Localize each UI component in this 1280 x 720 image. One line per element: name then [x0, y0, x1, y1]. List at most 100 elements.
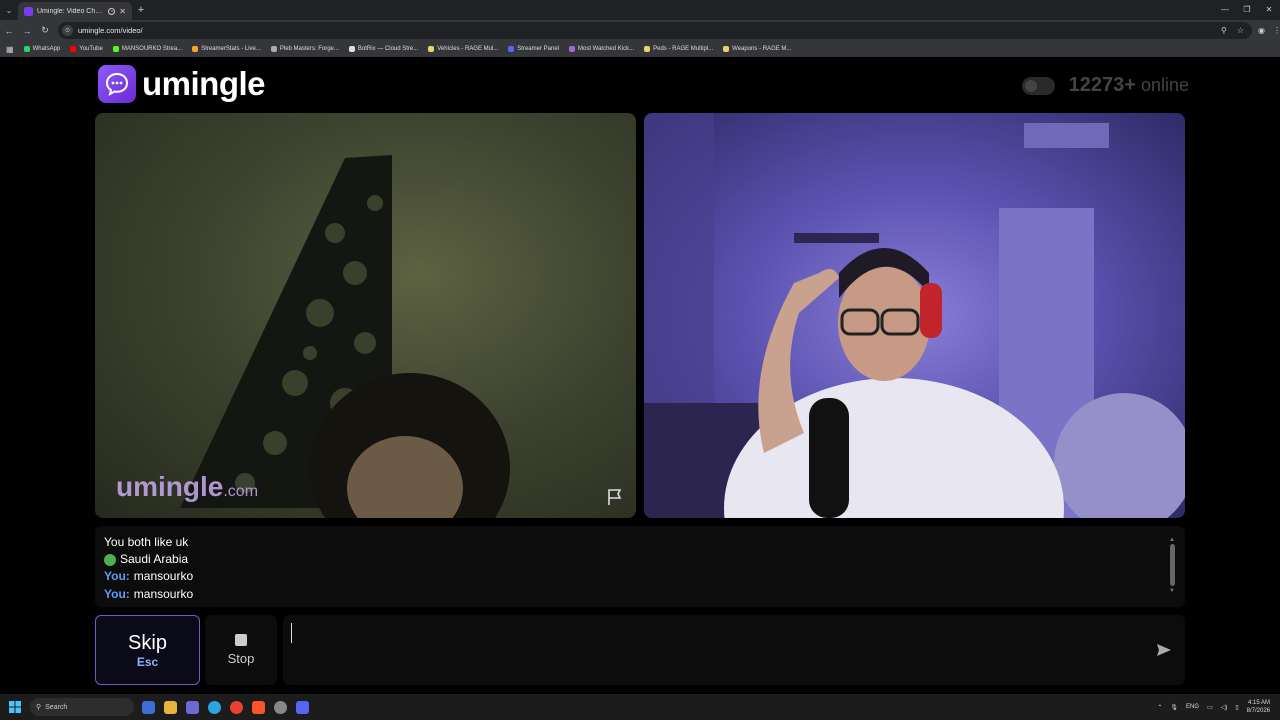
globe-icon	[104, 553, 116, 566]
bookmark-item[interactable]: Most Watched Kick...	[568, 46, 635, 52]
skip-button[interactable]: Skip Esc	[95, 615, 200, 685]
chat-message: You: mansourko	[104, 568, 1176, 585]
stranger-video-scene	[180, 155, 510, 518]
address-bar-row: ← → ↻ ⊙ umingle.com/video/ ⚲ ☆ ◉ ⋮	[0, 20, 1280, 41]
message-text: mansourko	[133, 569, 194, 583]
bookmark-label: Vehicles - RAGE Mul...	[437, 46, 499, 52]
browser-tab[interactable]: Umingle: Video Chat with S ✕	[18, 2, 132, 20]
clock-date: 8/7/2026	[1246, 708, 1270, 714]
teams-app-icon[interactable]	[186, 700, 199, 714]
microphone-icon[interactable]: 🎙	[1170, 704, 1178, 711]
self-video-scene	[644, 113, 1185, 518]
forward-arrow-icon[interactable]: →	[18, 26, 36, 36]
profile-area: ◉ ⋮	[1252, 26, 1280, 35]
bookmark-item[interactable]: Weapons - RAGE M...	[723, 46, 791, 52]
online-count: 12273+	[1068, 74, 1136, 96]
bookmark-item[interactable]: Peds - RAGE Multipl...	[644, 46, 713, 52]
message-sender: You:	[104, 569, 130, 583]
widgets-app-icon[interactable]	[142, 700, 155, 714]
new-tab-button[interactable]: +	[132, 4, 150, 16]
site-info-icon[interactable]: ⊙	[62, 25, 73, 36]
bookmark-favicon-icon	[192, 46, 199, 52]
clock-time: 4:15 AM	[1247, 700, 1270, 706]
close-tab-icon[interactable]: ✕	[119, 7, 126, 16]
edge-browser-icon[interactable]	[208, 700, 221, 714]
bookmark-favicon-icon	[70, 46, 77, 52]
tray-overflow-icon[interactable]: ⌃	[1157, 704, 1162, 711]
start-button[interactable]	[0, 701, 30, 713]
browser-tab-bar: ⌄ Umingle: Video Chat with S ✕ + — ❐ ✕	[0, 0, 1280, 20]
restore-icon[interactable]: ❐	[1236, 0, 1258, 20]
zoom-icon[interactable]: ⚲	[1221, 26, 1227, 35]
bookmark-favicon-icon	[270, 46, 277, 52]
chat-message: You: mansourko	[104, 586, 1176, 603]
bookmark-favicon-icon	[348, 46, 355, 52]
bookmark-item[interactable]: YouTube	[70, 46, 103, 52]
umingle-watermark: umingle.com	[116, 471, 258, 503]
bookmark-label: Most Watched Kick...	[577, 46, 635, 52]
url-actions: ⚲ ☆	[1221, 26, 1252, 35]
bookmark-star-icon[interactable]: ☆	[1237, 26, 1244, 35]
bookmark-item[interactable]: Vehicles - RAGE Mul...	[428, 46, 498, 52]
clock[interactable]: 4:15 AM 8/7/2026	[1247, 699, 1270, 715]
message-text: mansourko	[133, 587, 194, 601]
volume-icon[interactable]: ◁)	[1221, 704, 1228, 711]
scroll-down-icon[interactable]: ▼	[1169, 583, 1175, 600]
logo-text: umingle	[142, 65, 266, 102]
watermark-domain: .com	[223, 483, 259, 500]
taskbar-search[interactable]: ⚲ Search	[30, 698, 134, 716]
close-window-icon[interactable]: ✕	[1258, 0, 1280, 20]
brave-browser-icon[interactable]	[252, 700, 265, 714]
chrome-browser-icon[interactable]	[230, 700, 243, 714]
recording-indicator-icon	[108, 7, 116, 15]
bookmark-label: YouTube	[79, 46, 103, 52]
battery-icon[interactable]: ▯	[1235, 704, 1238, 711]
network-icon[interactable]: ▭	[1207, 704, 1213, 711]
discord-app-icon[interactable]	[296, 700, 309, 714]
report-flag-icon[interactable]	[606, 488, 624, 506]
message-input[interactable]	[291, 623, 1141, 643]
send-icon[interactable]	[1155, 641, 1173, 659]
apps-grid-icon[interactable]: ▦	[6, 45, 14, 54]
country-text: Saudi Arabia	[120, 552, 189, 566]
self-video	[644, 113, 1185, 518]
menu-icon[interactable]: ⋮	[1273, 26, 1280, 35]
url-field[interactable]: ⊙ umingle.com/video/ ⚲ ☆	[58, 22, 1252, 39]
windows-taskbar: ⚲ Search ⌃ 🎙 ENG ▭ ◁) ▯ 4:15 AM 8/7/2026	[0, 694, 1280, 720]
tab-search-icon[interactable]: ⌄	[0, 0, 18, 20]
country-message: Saudi Arabia	[104, 551, 1176, 568]
bookmark-item[interactable]: WhatsApp	[23, 46, 60, 52]
bookmark-favicon-icon	[23, 46, 30, 52]
bookmark-favicon-icon	[508, 46, 515, 52]
umingle-logo[interactable]: umingle	[98, 65, 266, 103]
profile-icon[interactable]: ◉	[1258, 26, 1265, 35]
minimize-icon[interactable]: —	[1214, 0, 1236, 20]
common-interest-message: You both like uk	[104, 534, 1176, 551]
common-interest-text: You both like uk	[104, 535, 189, 549]
stranger-video: umingle.com	[95, 113, 636, 518]
bookmark-label: Pleb Masters: Forge...	[279, 46, 339, 52]
theme-toggle[interactable]	[1021, 76, 1055, 95]
bookmark-item[interactable]: BotRix — Cloud Stre...	[348, 46, 418, 52]
chat-scrollbar[interactable]: ▲ ▼	[1169, 532, 1175, 600]
stop-button[interactable]: Stop	[205, 615, 277, 685]
skip-label: Skip	[128, 631, 167, 654]
bookmark-item[interactable]: StreamerStats - Live...	[192, 46, 261, 52]
bookmark-favicon-icon	[428, 46, 435, 52]
page-content: umingle 12273+ online umingle.com You bo…	[0, 57, 1280, 694]
obs-app-icon[interactable]	[274, 700, 287, 714]
file-explorer-icon[interactable]	[164, 700, 177, 714]
back-arrow-icon[interactable]: ←	[0, 26, 18, 36]
language-indicator[interactable]: ENG	[1186, 704, 1199, 710]
scrollbar-thumb[interactable]	[1170, 544, 1175, 586]
reload-icon[interactable]: ↻	[36, 25, 54, 36]
chat-log: You both like uk Saudi Arabia You: manso…	[95, 526, 1185, 607]
bookmark-label: StreamerStats - Live...	[201, 46, 261, 52]
bookmark-label: Peds - RAGE Multipl...	[653, 46, 714, 52]
stop-label: Stop	[227, 651, 255, 666]
bookmark-item[interactable]: Pleb Masters: Forge...	[270, 46, 339, 52]
bookmark-item[interactable]: MANSOURKO Strea...	[112, 46, 182, 52]
stop-icon	[235, 634, 247, 646]
search-icon: ⚲	[36, 704, 42, 711]
bookmark-item[interactable]: Streamer Panel	[508, 46, 559, 52]
